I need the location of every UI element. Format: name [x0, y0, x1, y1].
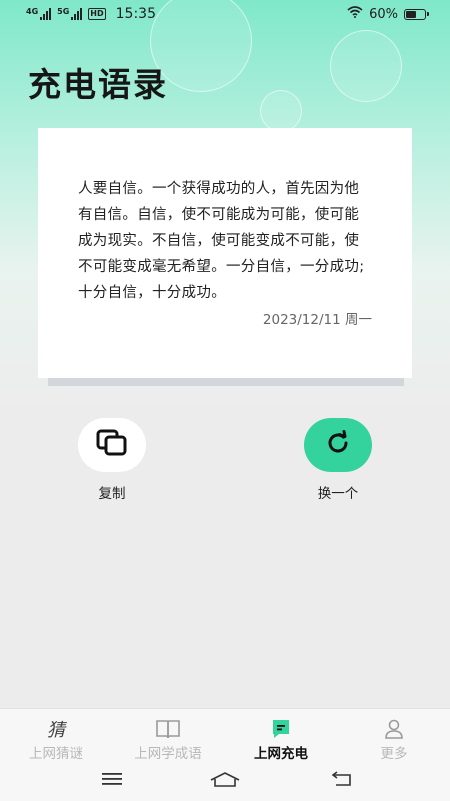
back-icon[interactable] [322, 764, 362, 794]
refresh-button[interactable]: 换一个 [298, 418, 378, 502]
tab-label: 更多 [380, 746, 408, 762]
refresh-button-circle[interactable] [304, 418, 372, 472]
tab-label: 上网学成语 [134, 746, 202, 762]
tab-charge[interactable]: 上网充电 [225, 717, 337, 762]
network-type-label: 4G [26, 7, 39, 16]
network-type-label: 5G [57, 7, 70, 16]
copy-label: 复制 [98, 486, 126, 502]
status-time: 15:35 [115, 6, 156, 22]
status-bar: 4G 5G HD 15:35 60% [0, 0, 450, 28]
battery-icon [404, 8, 429, 20]
guess-char-icon: 猜 [47, 720, 65, 741]
decor-bubble [330, 30, 402, 102]
person-icon [338, 717, 450, 741]
quote-text: 人要自信。一个获得成功的人，首先因为他有自信。自信，使不可能成为可能，使可能成为… [78, 181, 365, 301]
refresh-icon [324, 429, 352, 461]
page-title: 充电语录 [28, 65, 168, 104]
chat-bubble-icon [225, 717, 337, 741]
book-icon [112, 717, 224, 741]
quote-card: 人要自信。一个获得成功的人，首先因为他有自信。自信，使不可能成为可能，使可能成为… [38, 128, 412, 378]
home-icon[interactable] [205, 764, 245, 794]
tab-label: 上网猜谜 [29, 746, 83, 762]
tab-guess[interactable]: 猜 上网猜谜 [0, 717, 112, 762]
refresh-label: 换一个 [317, 486, 359, 502]
cell-signal-icon: 4G [26, 7, 52, 20]
decor-bubble [260, 90, 302, 132]
wifi-icon [347, 6, 363, 22]
copy-button[interactable]: 复制 [72, 418, 152, 502]
quote-date: 2023/12/11 周一 [262, 312, 372, 328]
tab-more[interactable]: 更多 [338, 717, 450, 762]
tab-idiom[interactable]: 上网学成语 [112, 717, 224, 762]
copy-icon [95, 428, 129, 462]
cell-signal-icon: 5G [57, 7, 83, 20]
tab-label: 上网充电 [254, 746, 308, 762]
copy-button-circle[interactable] [78, 418, 146, 472]
menu-icon[interactable] [92, 764, 132, 794]
battery-percent: 60% [369, 6, 398, 22]
hd-voice-icon: HD [88, 8, 106, 20]
system-nav-bar [0, 764, 450, 794]
